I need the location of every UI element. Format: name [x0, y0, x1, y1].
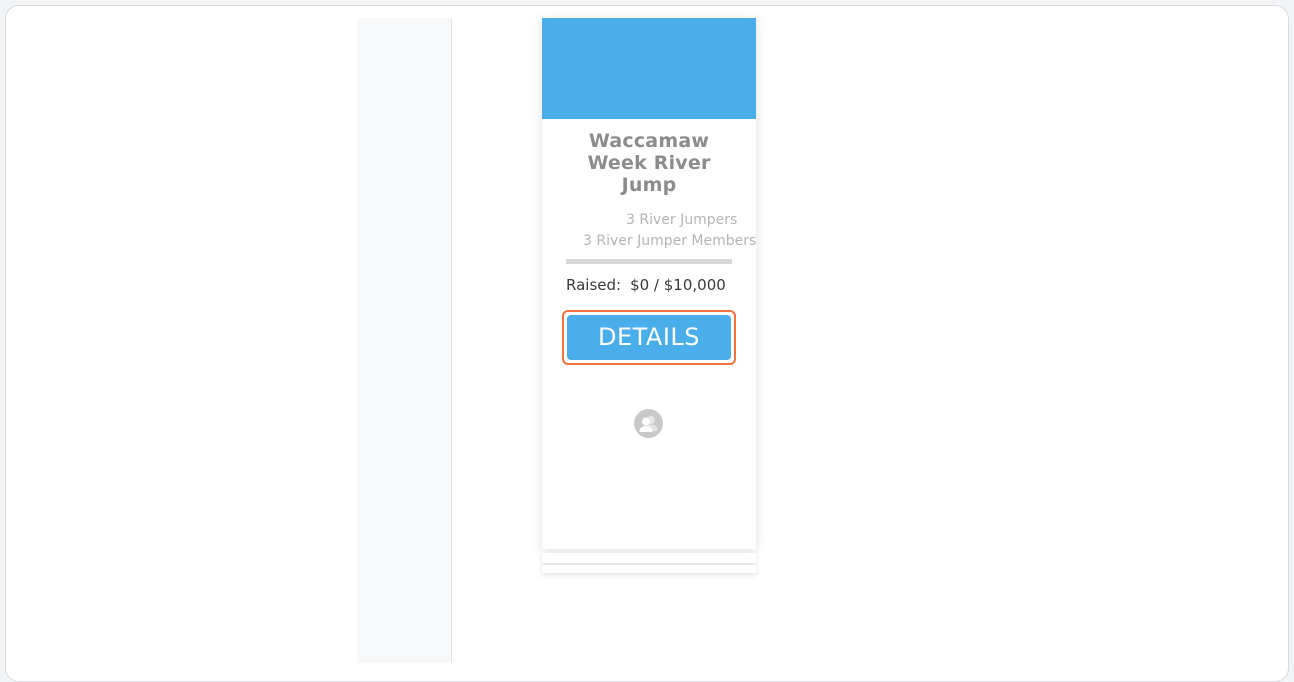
screenshot-frame: Waccamaw Week River Jump 3 River Jumpers… [5, 5, 1289, 682]
card-stack-edge [542, 565, 756, 573]
user-group-icon[interactable] [634, 409, 663, 438]
campaign-card: Waccamaw Week River Jump 3 River Jumpers… [542, 18, 756, 549]
progress-bar [566, 259, 732, 264]
card-banner-image[interactable] [542, 18, 756, 119]
jumpers-count: 3 River Jumpers [626, 212, 738, 228]
raised-text: Raised: $0 / $10,000 [566, 275, 726, 295]
details-button[interactable]: DETAILS [567, 315, 731, 360]
campaign-title[interactable]: Waccamaw Week River Jump [562, 130, 736, 196]
details-button-highlight: DETAILS [562, 310, 736, 365]
user-group-icon-svg [639, 416, 658, 432]
raised-label: Raised: [566, 276, 622, 294]
card-stack-edge [542, 553, 756, 563]
members-count: 3 River Jumper Members [583, 233, 757, 249]
side-column [357, 18, 452, 663]
raised-amount: $0 / $10,000 [630, 276, 726, 294]
